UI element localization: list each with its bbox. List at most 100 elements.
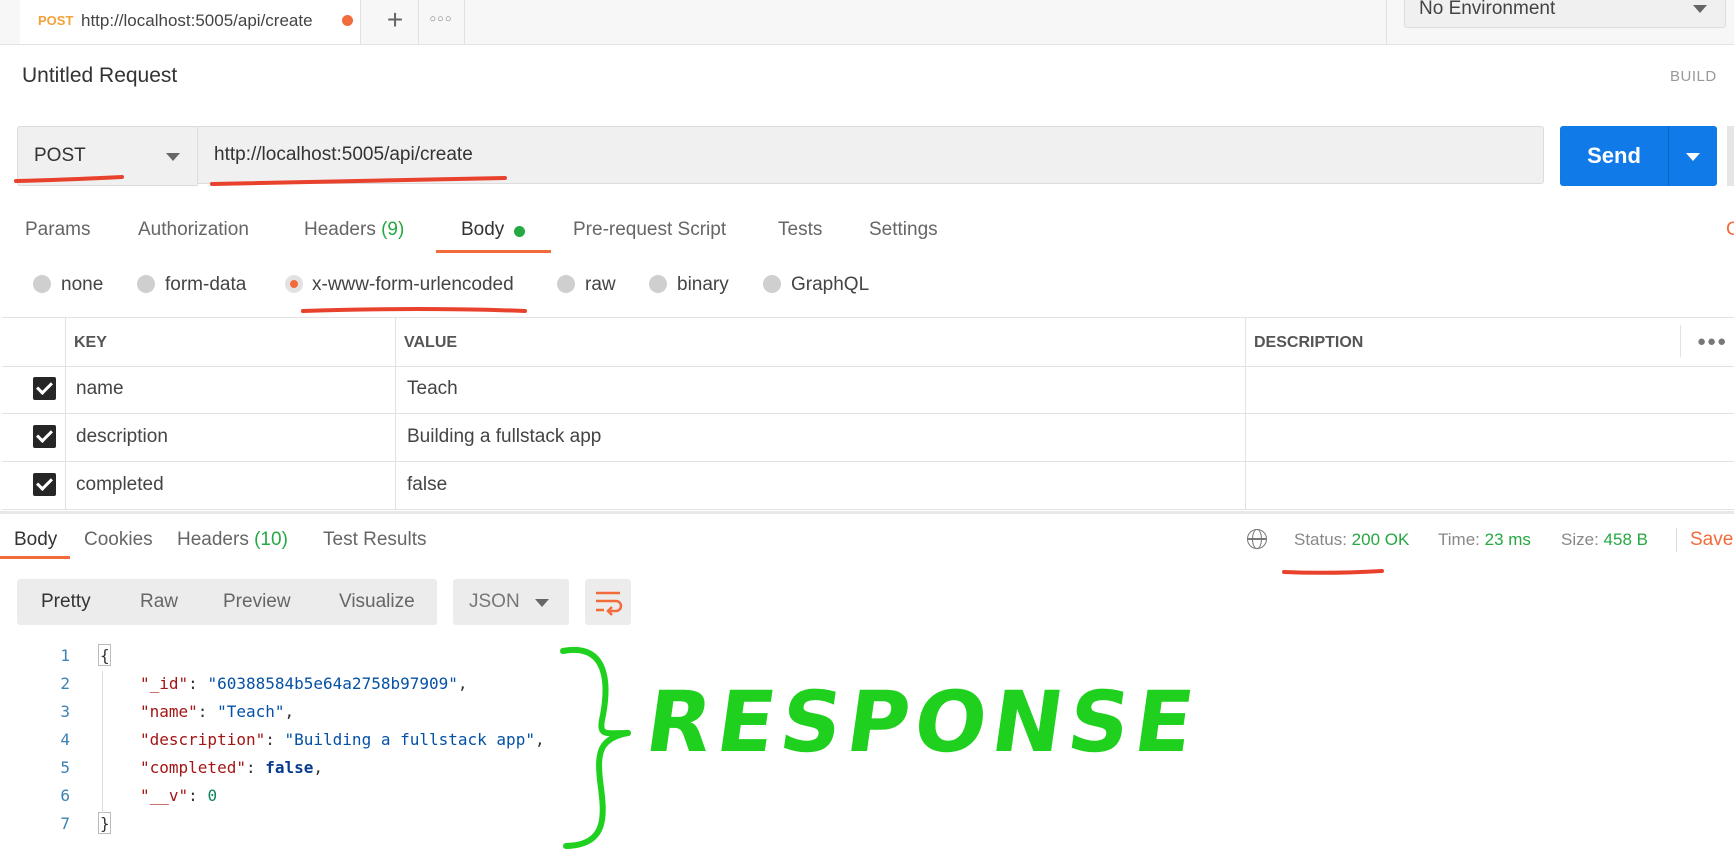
json-key: "__v" — [140, 786, 189, 805]
unsaved-dot-icon — [342, 15, 353, 26]
row-key[interactable]: completed — [76, 474, 164, 496]
table-header-row: KEY VALUE DESCRIPTION ●●● — [2, 317, 1734, 367]
radio-binary[interactable] — [649, 275, 667, 293]
clipped-button[interactable] — [1727, 126, 1734, 186]
language-select[interactable]: JSON — [453, 579, 569, 625]
close-brace: } — [100, 814, 110, 833]
json-value: 0 — [207, 786, 218, 805]
time-value: 23 ms — [1484, 530, 1531, 549]
table-row: name Teach — [2, 366, 1734, 414]
wrap-lines-button[interactable] — [585, 579, 631, 625]
wrap-lines-icon — [596, 591, 623, 616]
row-checkbox[interactable] — [33, 473, 56, 496]
column-divider — [1245, 317, 1246, 510]
row-value[interactable]: Building a fullstack app — [407, 426, 601, 448]
column-header-key: KEY — [74, 334, 107, 351]
code-line: "completed": false, — [140, 758, 324, 777]
chevron-down-icon — [535, 599, 549, 607]
radio-graphql[interactable] — [763, 275, 781, 293]
time-label: Time: — [1438, 530, 1480, 549]
tab-clipped[interactable]: C — [1726, 219, 1734, 241]
request-tab[interactable]: POST http://localhost:5005/api/create — [20, 0, 361, 44]
json-value: false — [265, 758, 314, 777]
format-raw[interactable]: Raw — [140, 591, 178, 613]
globe-icon[interactable] — [1247, 529, 1267, 549]
response-tab-body[interactable]: Body — [14, 529, 57, 551]
format-pretty[interactable]: Pretty — [41, 591, 91, 613]
more-tabs-button[interactable]: ○○○ — [418, 0, 465, 44]
radio-urlencoded-label[interactable]: x-www-form-urlencoded — [312, 274, 514, 296]
time-info[interactable]: Time: 23 ms — [1438, 530, 1531, 550]
tab-pre-request-script[interactable]: Pre-request Script — [573, 219, 726, 241]
row-checkbox[interactable] — [33, 377, 56, 400]
radio-none-label[interactable]: none — [61, 274, 103, 296]
response-tab-test-results[interactable]: Test Results — [323, 529, 426, 551]
tab-settings[interactable]: Settings — [869, 219, 938, 241]
chevron-down-icon — [1693, 5, 1707, 13]
more-dots-icon[interactable]: ●●● — [1697, 333, 1727, 350]
tab-authorization[interactable]: Authorization — [138, 219, 249, 241]
radio-form-data-label[interactable]: form-data — [165, 274, 246, 296]
column-divider — [65, 317, 66, 510]
underline-status — [1282, 569, 1384, 575]
response-divider[interactable] — [0, 511, 1734, 514]
line-number: 3 — [60, 702, 70, 721]
row-key[interactable]: name — [76, 378, 124, 400]
code-line: "name": "Teach", — [140, 702, 295, 721]
column-divider — [1680, 325, 1681, 357]
tab-body[interactable]: Body — [461, 219, 504, 241]
line-number: 2 — [60, 674, 70, 693]
build-mode-label[interactable]: BUILD — [1670, 68, 1717, 85]
row-checkbox[interactable] — [33, 425, 56, 448]
add-tab-button[interactable]: + — [372, 0, 419, 44]
send-button[interactable]: Send — [1560, 126, 1668, 186]
request-tab-method: POST — [38, 13, 74, 28]
row-value[interactable]: Teach — [407, 378, 458, 400]
json-comma: , — [284, 702, 295, 721]
status-info[interactable]: Status: 200 OK — [1294, 530, 1409, 550]
curly-brace-mark — [560, 646, 631, 849]
radio-urlencoded[interactable] — [285, 275, 303, 293]
line-number: 6 — [60, 786, 70, 805]
json-key: "completed" — [140, 758, 246, 777]
underline-urlencoded — [301, 307, 527, 313]
tab-headers-label: Headers — [304, 219, 376, 240]
tab-tests[interactable]: Tests — [778, 219, 822, 241]
response-tab-headers-label: Headers — [177, 529, 249, 550]
curly-brace-lower — [563, 730, 631, 849]
tab-params[interactable]: Params — [25, 219, 90, 241]
row-key[interactable]: description — [76, 426, 168, 448]
format-toggle-group: Pretty Raw Preview Visualize — [17, 579, 437, 625]
json-comma: , — [313, 758, 324, 777]
status-value: 200 OK — [1351, 530, 1410, 549]
response-tab-headers-count: (10) — [254, 529, 288, 550]
size-info[interactable]: Size: 458 B — [1561, 530, 1648, 550]
method-select[interactable]: POST — [17, 126, 198, 186]
format-visualize[interactable]: Visualize — [339, 591, 415, 613]
indent-guide — [102, 671, 103, 813]
json-key: "name" — [140, 702, 198, 721]
radio-raw-label[interactable]: raw — [585, 274, 616, 296]
column-header-value: VALUE — [404, 334, 458, 351]
radio-raw[interactable] — [557, 275, 575, 293]
json-key: "_id" — [140, 674, 189, 693]
format-preview[interactable]: Preview — [223, 591, 291, 613]
environment-select[interactable]: No Environment — [1404, 0, 1726, 28]
tab-headers[interactable]: Headers (9) — [304, 219, 404, 241]
code-line: "_id": "60388584b5e64a2758b97909", — [140, 674, 468, 693]
save-response-button[interactable]: Save — [1690, 529, 1733, 551]
radio-none[interactable] — [33, 275, 51, 293]
tab-body-underline — [436, 250, 551, 253]
chevron-down-icon — [1686, 153, 1700, 161]
url-input[interactable] — [197, 126, 1544, 184]
radio-graphql-label[interactable]: GraphQL — [791, 274, 869, 296]
send-options-button[interactable] — [1668, 126, 1717, 186]
radio-form-data[interactable] — [137, 275, 155, 293]
row-value[interactable]: false — [407, 474, 447, 496]
response-tab-cookies[interactable]: Cookies — [84, 529, 153, 551]
response-tab-headers[interactable]: Headers (10) — [177, 529, 288, 551]
open-brace: { — [100, 646, 110, 665]
environment-label: No Environment — [1419, 0, 1556, 19]
request-title[interactable]: Untitled Request — [22, 64, 177, 88]
radio-binary-label[interactable]: binary — [677, 274, 729, 296]
